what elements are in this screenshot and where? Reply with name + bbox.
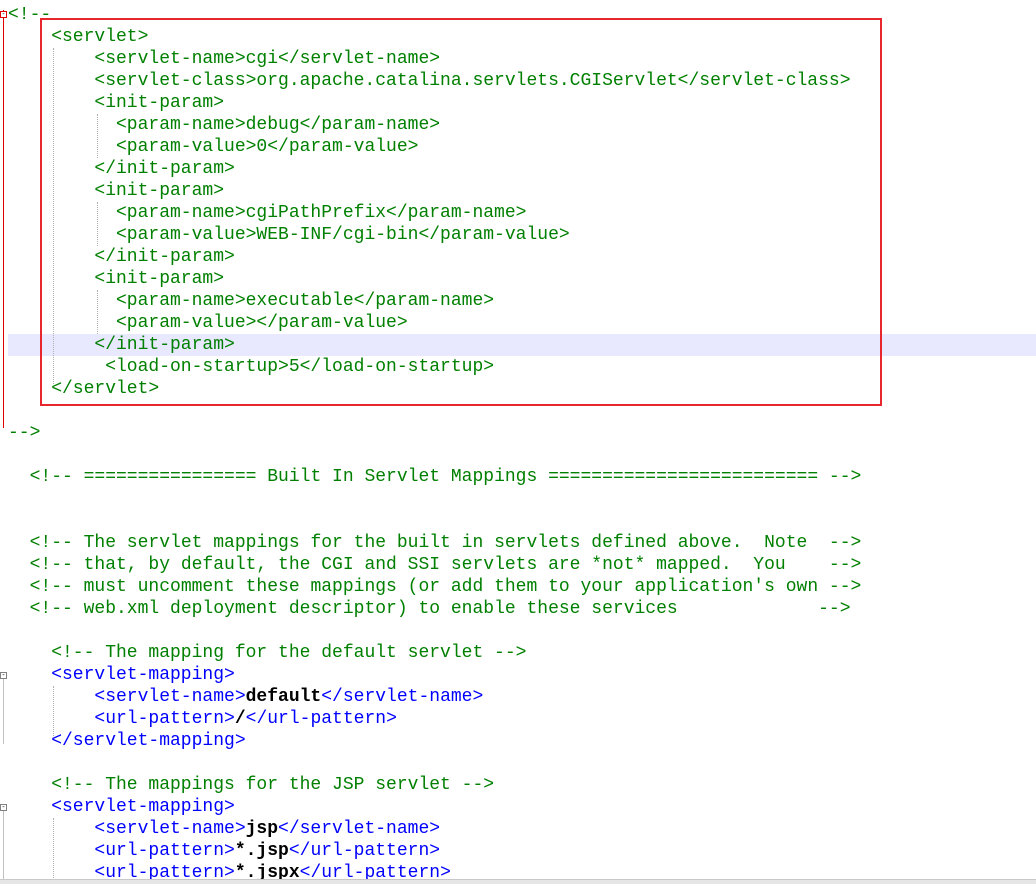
code-line[interactable]: <!-- ================ Built In Servlet M… (8, 466, 1036, 488)
comment-token: </init-param> (94, 159, 235, 179)
fold-toggle-icon[interactable]: - (0, 672, 7, 679)
code-line[interactable]: --> (8, 422, 1036, 444)
comment-token: <servlet-name>cgi</servlet-name> (94, 49, 441, 69)
tag-token: </servlet-name> (321, 687, 484, 707)
code-line[interactable]: <!-- The mappings for the JSP servlet --… (8, 774, 1036, 796)
code-line[interactable]: <load-on-startup>5</load-on-startup> (8, 356, 1036, 378)
comment-token: <!-- ================ Built In Servlet M… (29, 467, 862, 487)
code-line[interactable]: </init-param> (8, 334, 1036, 356)
comment-token: </init-param> (94, 247, 235, 267)
text-token: default (245, 687, 322, 707)
code-line[interactable]: <servlet-name>cgi</servlet-name> (8, 48, 1036, 70)
comment-token: <!-- web.xml deployment descriptor) to e… (29, 599, 851, 619)
code-line[interactable] (8, 752, 1036, 774)
tag-token: </servlet-mapping> (51, 731, 246, 751)
code-line[interactable]: <!-- The servlet mappings for the built … (8, 532, 1036, 554)
code-line[interactable] (8, 488, 1036, 510)
code-line[interactable] (8, 510, 1036, 532)
indent-guide (97, 290, 98, 334)
code-line[interactable]: <servlet> (8, 26, 1036, 48)
comment-token: <param-name>executable</param-name> (116, 291, 495, 311)
comment-token: <!-- The servlet mappings for the built … (29, 533, 862, 553)
fold-gutter: - - - (0, 0, 8, 884)
mapping-fold-line (3, 808, 4, 884)
comment-token: <param-name>cgiPathPrefix</param-name> (116, 203, 527, 223)
tag-token: <servlet-name> (94, 819, 246, 839)
text-token: *.jsp (234, 841, 289, 861)
comment-token: <!-- (8, 5, 52, 25)
tag-token: <url-pattern> (94, 709, 235, 729)
comment-token: </servlet> (51, 379, 160, 399)
code-line[interactable]: <servlet-mapping> (8, 664, 1036, 686)
comment-token: --> (8, 423, 41, 443)
code-line[interactable]: <servlet-mapping> (8, 796, 1036, 818)
code-line[interactable]: <servlet-name>default</servlet-name> (8, 686, 1036, 708)
tag-token: </url-pattern> (288, 841, 441, 861)
indent-guide (97, 114, 98, 158)
comment-token: <!-- The mappings for the JSP servlet --… (51, 775, 495, 795)
code-line[interactable]: <init-param> (8, 92, 1036, 114)
comment-token: <servlet-class>org.apache.catalina.servl… (94, 71, 851, 91)
tag-token: <servlet-mapping> (51, 797, 235, 817)
indent-guide (53, 48, 54, 384)
code-line[interactable]: <servlet-name>jsp</servlet-name> (8, 818, 1036, 840)
mapping-fold-line (3, 676, 4, 744)
code-line[interactable]: </init-param> (8, 246, 1036, 268)
comment-token: <init-param> (94, 93, 225, 113)
tag-token: <url-pattern> (94, 841, 235, 861)
comment-token: <load-on-startup>5</load-on-startup> (105, 357, 495, 377)
code-line[interactable]: <param-name>cgiPathPrefix</param-name> (8, 202, 1036, 224)
text-token: jsp (245, 819, 279, 839)
horizontal-scrollbar[interactable] (0, 879, 1036, 884)
indent-guide (53, 686, 54, 736)
comment-token: <servlet> (51, 27, 149, 47)
code-line[interactable] (8, 400, 1036, 422)
code-line[interactable]: </init-param> (8, 158, 1036, 180)
code-line[interactable]: </servlet> (8, 378, 1036, 400)
comment-token: <init-param> (94, 181, 225, 201)
fold-toggle-icon[interactable]: - (0, 804, 7, 811)
tag-token: <servlet-mapping> (51, 665, 235, 685)
code-line[interactable]: <init-param> (8, 180, 1036, 202)
comment-token: <param-name>debug</param-name> (116, 115, 441, 135)
code-line[interactable] (8, 444, 1036, 466)
tag-token: </servlet-name> (278, 819, 441, 839)
comment-token: <!-- must uncomment these mappings (or a… (29, 577, 862, 597)
tag-token: </url-pattern> (245, 709, 397, 729)
xml-code-editor[interactable]: - - - <!-- <servlet> <servlet-name>cgi</se… (0, 0, 1036, 884)
comment-token: </init-param> (94, 335, 235, 355)
code-line[interactable]: <param-name>debug</param-name> (8, 114, 1036, 136)
comment-token: <!-- that, by default, the CGI and SSI s… (29, 555, 862, 575)
comment-token: <param-value></param-value> (116, 313, 408, 333)
indent-guide (53, 818, 54, 884)
code-line[interactable]: <param-value></param-value> (8, 312, 1036, 334)
code-line[interactable]: </servlet-mapping> (8, 730, 1036, 752)
code-line[interactable]: <param-name>executable</param-name> (8, 290, 1036, 312)
code-line[interactable]: <param-value>WEB-INF/cgi-bin</param-valu… (8, 224, 1036, 246)
code-line[interactable]: <!-- The mapping for the default servlet… (8, 642, 1036, 664)
code-line[interactable]: <url-pattern>*.jsp</url-pattern> (8, 840, 1036, 862)
code-line[interactable] (8, 620, 1036, 642)
code-line[interactable]: <servlet-class>org.apache.catalina.servl… (8, 70, 1036, 92)
code-line[interactable]: <!-- (8, 4, 1036, 26)
code-line[interactable]: <!-- that, by default, the CGI and SSI s… (8, 554, 1036, 576)
indent-guide (97, 202, 98, 246)
comment-fold-line (3, 10, 4, 428)
comment-token: <param-value>WEB-INF/cgi-bin</param-valu… (116, 225, 570, 245)
code-line[interactable]: <url-pattern>/</url-pattern> (8, 708, 1036, 730)
fold-toggle-icon[interactable]: - (0, 11, 7, 18)
code-line[interactable]: <param-value>0</param-value> (8, 136, 1036, 158)
comment-token: <init-param> (94, 269, 225, 289)
text-token: / (234, 709, 246, 729)
code-line[interactable]: <!-- web.xml deployment descriptor) to e… (8, 598, 1036, 620)
code-line[interactable]: <!-- must uncomment these mappings (or a… (8, 576, 1036, 598)
tag-token: <servlet-name> (94, 687, 246, 707)
comment-token: <!-- The mapping for the default servlet… (51, 643, 527, 663)
comment-token: <param-value>0</param-value> (116, 137, 419, 157)
code-line[interactable]: <init-param> (8, 268, 1036, 290)
